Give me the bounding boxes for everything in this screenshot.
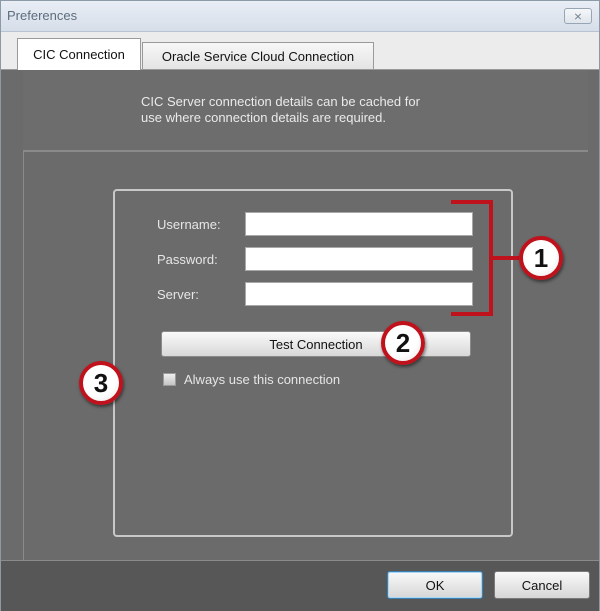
server-input[interactable] [245, 282, 473, 306]
username-input[interactable] [245, 212, 473, 236]
info-line-2: use where connection details are require… [141, 110, 386, 125]
ok-button[interactable]: OK [387, 571, 483, 599]
info-text: CIC Server connection details can be cac… [141, 94, 501, 126]
tab-cic-connection[interactable]: CIC Connection [17, 38, 141, 70]
info-panel: CIC Server connection details can be cac… [23, 70, 588, 152]
preferences-dialog: Preferences ⨯ CIC Connection Oracle Serv… [0, 0, 600, 611]
callout-badge-3: 3 [79, 361, 123, 405]
tab-oracle-service-cloud-connection[interactable]: Oracle Service Cloud Connection [142, 42, 374, 69]
cancel-button[interactable]: Cancel [494, 571, 590, 599]
window-title: Preferences [7, 8, 78, 23]
callout-badge-2: 2 [381, 321, 425, 365]
tab-strip: CIC Connection Oracle Service Cloud Conn… [1, 32, 599, 70]
password-label: Password: [157, 252, 218, 267]
close-icon[interactable]: ⨯ [564, 8, 592, 24]
title-bar[interactable]: Preferences ⨯ [1, 1, 599, 32]
username-label: Username: [157, 217, 221, 232]
password-input[interactable] [245, 247, 473, 271]
callout-badge-1: 1 [519, 236, 563, 280]
always-use-label: Always use this connection [184, 372, 341, 387]
callout-bracket-pointer [491, 256, 519, 260]
info-line-1: CIC Server connection details can be cac… [141, 94, 420, 109]
callout-bracket [451, 200, 493, 316]
always-use-checkbox[interactable] [163, 373, 176, 386]
server-label: Server: [157, 287, 199, 302]
